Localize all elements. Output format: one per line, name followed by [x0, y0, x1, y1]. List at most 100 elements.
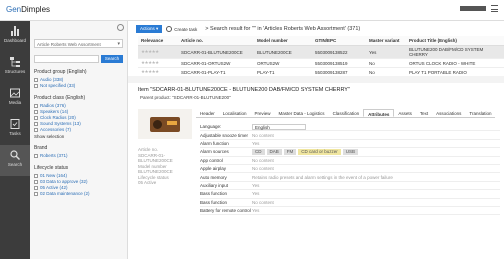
checkbox[interactable] [34, 128, 38, 132]
attribute-row: Bass function No content [200, 199, 500, 207]
checkbox[interactable] [34, 116, 38, 120]
attribute-label: Auxiliary input [200, 182, 229, 188]
chip[interactable]: USB [342, 148, 359, 155]
nav-tasks[interactable]: Tasks [0, 114, 30, 145]
actions-button[interactable]: Actions ▾ [136, 25, 163, 33]
main-content: Actions ▾ Create task > Search result fo… [128, 21, 504, 259]
attribute-row: Auxiliary input Yes [200, 182, 500, 191]
plus-circle-icon [166, 26, 173, 32]
filter-search-input[interactable] [34, 55, 99, 63]
attribute-row: Apple airplay No content [200, 165, 500, 174]
checkbox[interactable] [34, 78, 38, 82]
column-header-title[interactable]: Product Title (English) [406, 36, 504, 46]
attribute-value[interactable]: Yes [252, 191, 259, 196]
filter-panel: Article Roberts Web Assortment Search Pr… [30, 21, 128, 259]
search-button[interactable]: Search [101, 55, 123, 63]
language-select[interactable]: English [252, 123, 306, 130]
checkbox[interactable] [34, 192, 38, 196]
table-row[interactable]: ★★★★★ SDCARR-01-ORTUS2W ORTUS2W 55030091… [138, 58, 504, 68]
column-header-model[interactable]: Model number [254, 36, 312, 46]
chip[interactable]: FM [283, 148, 297, 155]
attribute-row: Language: English [200, 123, 500, 132]
chip[interactable]: CD card or buzzer [298, 148, 341, 155]
attribute-label: Apple airplay [200, 166, 227, 172]
attribute-value[interactable]: No content [252, 133, 274, 138]
attribute-value[interactable]: No content [252, 166, 274, 171]
attribute-value[interactable]: Yes [252, 183, 259, 188]
checkbox[interactable] [34, 174, 38, 178]
filter-group-title: Lifecycle status [34, 165, 69, 171]
attribute-value[interactable]: Yes [252, 208, 259, 213]
nav-structures[interactable]: Structures [0, 52, 30, 83]
filter-option-label: Not specified (33) [40, 83, 76, 88]
filter-option-label: 02 Data maintenance (2) [40, 191, 90, 196]
tab-localisation[interactable]: Localisation [219, 109, 251, 117]
logo-prefix: Gen [6, 5, 22, 14]
attribute-value[interactable]: Yes [252, 141, 259, 146]
tab-text[interactable]: Text [416, 109, 432, 117]
tab-master-data-logistics[interactable]: Master Data - Logistics [275, 109, 329, 117]
tab-assets[interactable]: Assets [394, 109, 416, 117]
filter-option[interactable]: Not specified (33) [34, 83, 123, 89]
attribute-value[interactable]: No content [252, 158, 274, 163]
attribute-label: App control [200, 157, 223, 163]
cell-article: SDCARR-01-BLUTUNE200CE [178, 45, 254, 59]
nav-search[interactable]: Search [0, 145, 30, 176]
attribute-row: Bass function Yes [200, 190, 500, 199]
create-task-button[interactable]: Create task [166, 26, 197, 32]
filter-option-label: Roberts (371) [40, 153, 68, 158]
chip[interactable]: CD [252, 148, 265, 155]
show-selection-link[interactable]: Show selection [34, 134, 123, 139]
logo-suffix: Dimples [21, 5, 51, 14]
column-header-master[interactable]: Master variant [366, 36, 406, 46]
checkbox[interactable] [34, 84, 38, 88]
table-row[interactable]: ★★★★★ SDCARR-01-BLUTUNE200CE BLUTUNE200C… [138, 45, 504, 59]
column-header-gtin[interactable]: GTIN/EPC [312, 36, 366, 46]
checkbox[interactable] [34, 110, 38, 114]
attribute-label: Auto memory [200, 174, 227, 180]
nav-label: Media [8, 100, 22, 105]
column-header-article[interactable]: Article no. [178, 36, 254, 46]
tab-preview[interactable]: Preview [251, 109, 275, 117]
tab-associations[interactable]: Associations [432, 109, 465, 117]
assortment-select[interactable]: Article Roberts Web Assortment [34, 39, 123, 48]
filter-group-title: Product group (English) [34, 69, 87, 75]
attribute-value[interactable]: No content [252, 200, 274, 205]
relevance-stars: ★★★★★ [138, 58, 178, 68]
app-logo[interactable]: GenDimples [6, 5, 50, 14]
checkbox[interactable] [34, 104, 38, 108]
cell-gtin: 5503009138519 [312, 58, 366, 68]
filter-option[interactable]: Roberts (371) [34, 153, 123, 159]
relevance-stars: ★★★★★ [138, 45, 178, 59]
chip[interactable]: DAB [266, 148, 282, 155]
nav-media[interactable]: Media [0, 83, 30, 114]
left-nav: Dashboard Structures Media Tasks Search [0, 21, 30, 259]
attribute-value[interactable]: Retains radio presets and alarm settings… [252, 175, 393, 180]
checkbox[interactable] [34, 154, 38, 158]
attribute-row: Alarm sources CD DAB FM CD card or buzze… [200, 148, 500, 157]
cell-model: ORTUS2W [254, 58, 312, 68]
attributes-list: Language: English Adjustable snooze time… [200, 123, 500, 216]
results-toolbar: Actions ▾ Create task > Search result fo… [136, 24, 360, 34]
detail-tabs: Header Localisation Preview Master Data … [196, 109, 496, 118]
hamburger-menu-icon[interactable] [491, 5, 498, 12]
checkbox[interactable] [34, 122, 38, 126]
tab-classification[interactable]: Classification [329, 109, 364, 117]
checkbox[interactable] [34, 186, 38, 190]
filter-search-row: Search [34, 55, 123, 63]
cell-master: No [366, 58, 406, 68]
parent-product-link[interactable]: Parent product: "SDCARR-01-BLUTUNE200" [128, 95, 504, 100]
nav-dashboard[interactable]: Dashboard [0, 21, 30, 52]
nav-label: Structures [4, 69, 26, 74]
product-image[interactable] [138, 109, 192, 139]
tab-header[interactable]: Header [196, 109, 219, 117]
cell-article: SDCARR-01-ORTUS2W [178, 58, 254, 68]
tab-translation[interactable]: Translation [465, 109, 495, 117]
tab-attributes[interactable]: Attributes [363, 109, 395, 117]
filter-option[interactable]: Accessories (7) [34, 127, 123, 133]
column-header-relevance[interactable]: Relevance [138, 36, 178, 46]
collapse-panel-icon[interactable] [117, 24, 124, 31]
user-name[interactable] [460, 6, 486, 11]
filter-option[interactable]: 02 Data maintenance (2) [34, 191, 123, 197]
checkbox[interactable] [34, 180, 38, 184]
